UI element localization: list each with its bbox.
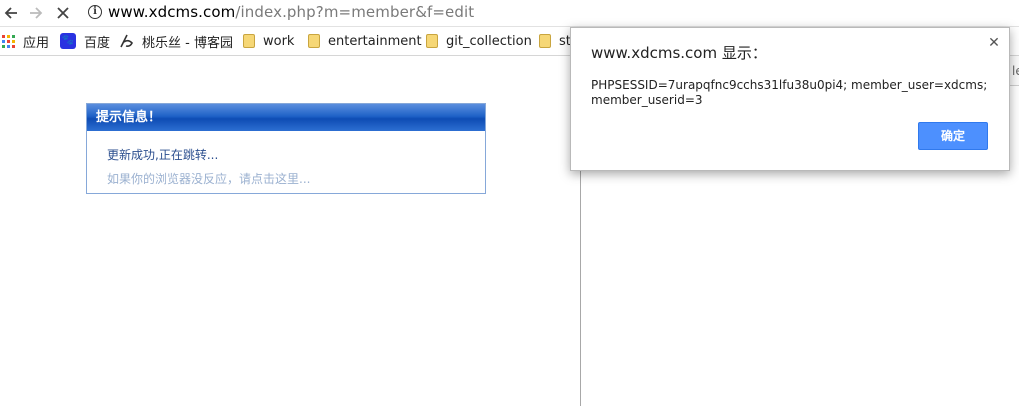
- bookmark-label: 百度: [84, 35, 111, 51]
- close-icon[interactable]: ✕: [987, 36, 1001, 50]
- dialog-message: PHPSESSID=7urapqfnc9cchs31lfu38u0pi4; me…: [591, 78, 988, 107]
- redirect-link[interactable]: 如果你的浏览器没反应，请点击这里...: [107, 170, 310, 187]
- folder-icon: [539, 34, 551, 48]
- bookmark-label: git_collection: [446, 33, 532, 49]
- notice-header: 提示信息！: [87, 104, 485, 131]
- bookmark-folder-work[interactable]: work: [243, 32, 294, 50]
- close-icon: [57, 7, 69, 19]
- forward-button[interactable]: [25, 2, 47, 24]
- folder-icon: [426, 34, 438, 48]
- url-path: /index.php?m=member&f=edit: [235, 3, 475, 21]
- forward-arrow-icon: [30, 7, 43, 19]
- apps-icon: [2, 34, 15, 48]
- address-bar[interactable]: i www.xdcms.com/index.php?m=member&f=edi…: [80, 1, 1019, 23]
- back-button[interactable]: [0, 2, 22, 24]
- bookmark-folder-entertainment[interactable]: entertainment: [308, 32, 422, 50]
- bookmark-label: 应用: [23, 35, 50, 51]
- notice-message: 更新成功,正在跳转...: [107, 148, 219, 162]
- folder-icon: [243, 34, 255, 48]
- folder-icon: [308, 34, 320, 48]
- browser-toolbar: i www.xdcms.com/index.php?m=member&f=edi…: [0, 0, 1019, 27]
- cnblogs-icon: [120, 34, 133, 48]
- bookmark-label: 桃乐丝 - 博客园: [142, 35, 233, 51]
- bookmark-label: work: [263, 33, 295, 49]
- bookmark-apps[interactable]: 应用: [2, 32, 50, 51]
- baidu-icon: 🐾: [60, 33, 76, 49]
- bookmark-label: entertainment: [328, 33, 422, 49]
- url-host: www.xdcms.com: [108, 3, 236, 21]
- bookmark-baidu[interactable]: 🐾 百度: [60, 32, 111, 51]
- bookmark-cnblogs[interactable]: 桃乐丝 - 博客园: [118, 32, 233, 51]
- page-divider: [580, 170, 581, 406]
- notice-box: 提示信息！ 更新成功,正在跳转... 如果你的浏览器没反应，请点击这里...: [86, 103, 486, 194]
- bookmark-folder-git-collection[interactable]: git_collection: [426, 32, 532, 50]
- bookmark-folder-st[interactable]: st: [539, 32, 571, 50]
- stop-button[interactable]: [52, 2, 74, 24]
- dialog-title: www.xdcms.com 显示：: [591, 44, 767, 62]
- ok-button[interactable]: 确定: [918, 122, 988, 150]
- info-icon[interactable]: i: [88, 5, 102, 19]
- alert-dialog: www.xdcms.com 显示： ✕ PHPSESSID=7urapqfnc9…: [570, 27, 1010, 171]
- back-arrow-icon: [4, 7, 17, 19]
